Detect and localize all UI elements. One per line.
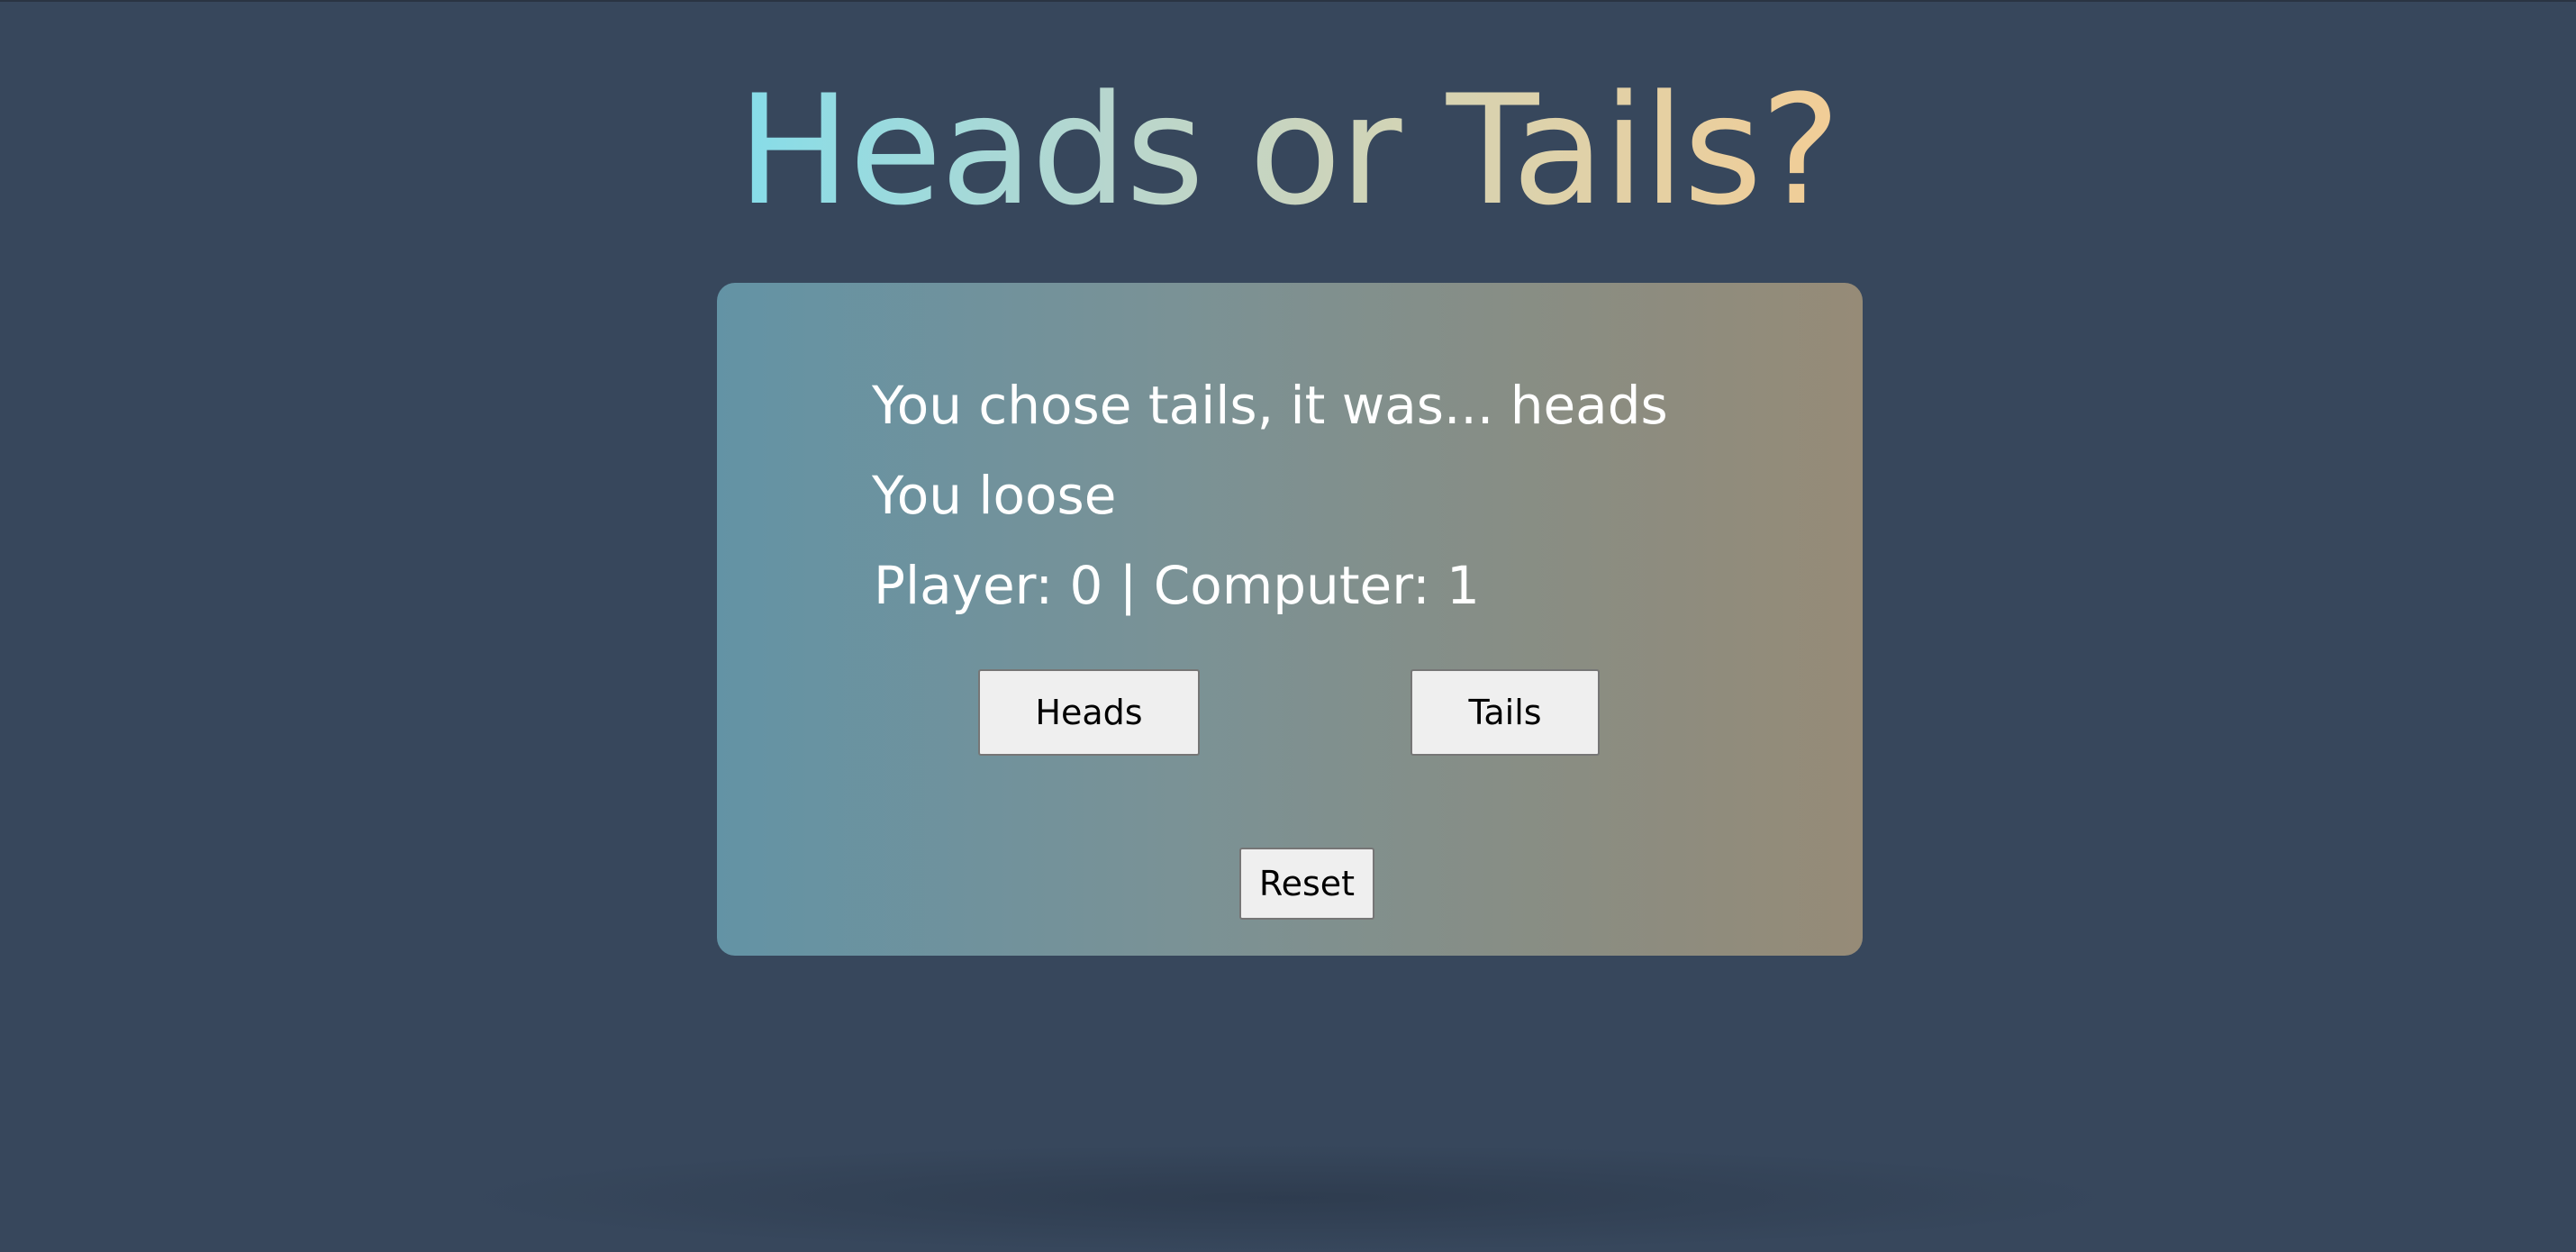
result-choice-text: You chose tails, it was... heads xyxy=(872,375,1668,436)
top-border xyxy=(0,0,2576,2)
heads-button[interactable]: Heads xyxy=(978,669,1200,756)
score-text: Player: 0 | Computer: 1 xyxy=(874,555,1480,616)
reset-button[interactable]: Reset xyxy=(1239,848,1374,920)
game-card: You chose tails, it was... heads You loo… xyxy=(717,283,1863,956)
bottom-shadow xyxy=(450,1144,2126,1252)
page-title: Heads or Tails? xyxy=(0,56,2576,245)
result-outcome-text: You loose xyxy=(872,465,1117,526)
tails-button[interactable]: Tails xyxy=(1410,669,1600,756)
page-title-text: Heads or Tails? xyxy=(737,62,1840,239)
